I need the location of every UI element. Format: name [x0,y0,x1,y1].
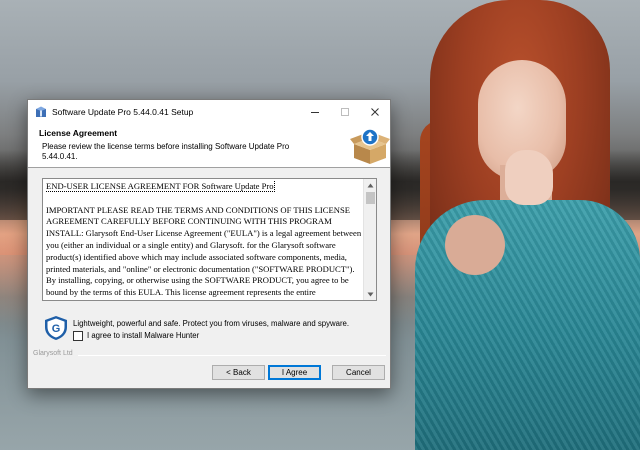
minimize-button[interactable] [300,100,330,124]
svg-text:G: G [52,323,61,335]
page-header: License Agreement Please review the lice… [28,124,390,168]
scroll-up-icon [367,183,374,187]
footer-divider [78,355,386,356]
page-subtitle: Please review the license terms before i… [42,142,290,161]
maximize-button [330,100,360,124]
title-bar[interactable]: Software Update Pro 5.44.0.41 Setup [28,100,390,124]
install-malware-hunter-checkbox[interactable] [73,331,83,341]
background-woman-shoulder [445,215,505,275]
license-heading: END-USER LICENSE AGREEMENT FOR Software … [46,181,275,192]
window-title: Software Update Pro 5.44.0.41 Setup [52,107,194,117]
minimize-icon [311,112,319,113]
license-textbox[interactable]: END-USER LICENSE AGREEMENT FOR Software … [42,178,377,301]
setup-window: Software Update Pro 5.44.0.41 Setup Lice… [27,99,391,389]
install-malware-hunter-label[interactable]: I agree to install Malware Hunter [87,331,199,340]
scroll-down-button[interactable] [364,288,377,300]
i-agree-button[interactable]: I Agree [268,365,321,380]
promo-text: Lightweight, powerful and safe. Protect … [73,319,350,328]
software-box-icon [350,128,390,164]
scroll-down-icon [367,292,374,296]
close-icon [371,108,379,116]
installer-app-icon [36,106,46,117]
license-body: IMPORTANT PLEASE READ THE TERMS AND COND… [46,204,362,298]
malware-hunter-shield-icon: G [45,316,67,340]
scroll-thumb[interactable] [366,192,375,204]
license-scrollbar[interactable] [363,179,376,300]
license-text: END-USER LICENSE AGREEMENT FOR Software … [46,181,364,299]
close-button[interactable] [360,100,390,124]
maximize-icon [341,108,349,116]
scroll-up-button[interactable] [364,179,377,191]
back-button[interactable]: < Back [212,365,265,380]
brand-label: Glarysoft Ltd [33,350,73,357]
page-title: License Agreement [39,128,118,138]
cancel-button[interactable]: Cancel [332,365,385,380]
background-woman-hand [505,150,553,205]
